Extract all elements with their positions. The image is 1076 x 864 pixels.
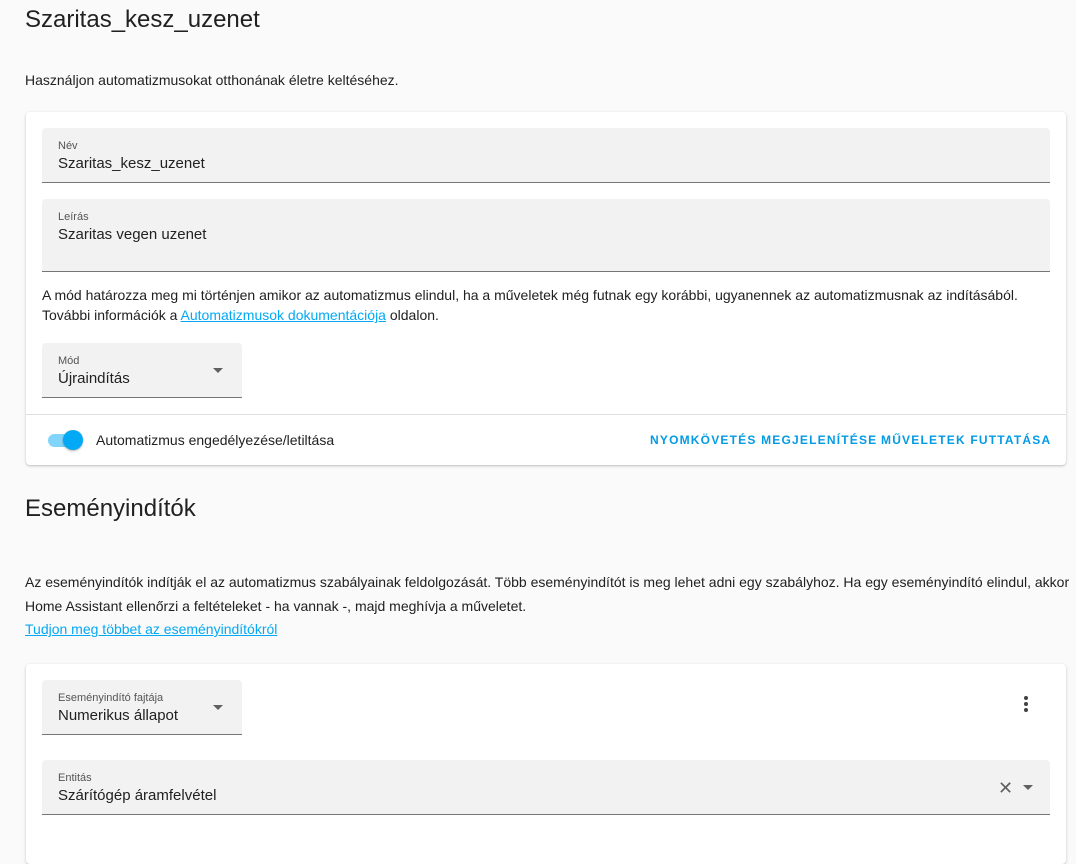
triggers-title: Eseményindítók xyxy=(25,495,196,522)
page-intro: Használjon automatizmusokat otthonának é… xyxy=(25,72,399,88)
mode-description: A mód határozza meg mi történjen amikor … xyxy=(42,285,1052,325)
show-trace-button[interactable]: NYOMKÖVETÉS MEGJELENÍTÉSE xyxy=(650,433,877,447)
toggle-label: Automatizmus engedélyezése/letiltása xyxy=(96,432,335,448)
entity-picker[interactable]: Entitás Szárítógép áramfelvétel ✕ xyxy=(42,760,1050,815)
toggle-knob xyxy=(63,430,83,450)
trigger-type-select[interactable]: Eseményindító fajtája Numerikus állapot xyxy=(42,680,242,735)
trigger-type-value: Numerikus állapot xyxy=(58,707,179,724)
entity-value[interactable]: Szárítógép áramfelvétel xyxy=(58,787,216,804)
more-vert-icon[interactable] xyxy=(1018,694,1034,714)
dropdown-arrow-icon[interactable] xyxy=(1023,785,1033,790)
mode-desc-suffix: oldalon. xyxy=(385,307,439,323)
dropdown-arrow-icon[interactable] xyxy=(213,368,223,373)
name-label: Név xyxy=(58,140,78,152)
page-title: Szaritas_kesz_uzenet xyxy=(25,6,260,33)
description-field[interactable]: Leírás Szaritas vegen uzenet xyxy=(42,199,1050,272)
dropdown-arrow-icon[interactable] xyxy=(213,705,223,710)
trigger-type-label: Eseményindító fajtája xyxy=(58,692,164,704)
automation-docs-link[interactable]: Automatizmusok dokumentációja xyxy=(181,307,386,323)
mode-value: Újraindítás xyxy=(58,370,130,387)
clear-icon[interactable]: ✕ xyxy=(998,778,1013,798)
description-value[interactable]: Szaritas vegen uzenet xyxy=(58,226,206,243)
name-value[interactable]: Szaritas_kesz_uzenet xyxy=(58,155,205,172)
description-label: Leírás xyxy=(58,211,89,223)
mode-select[interactable]: Mód Újraindítás xyxy=(42,343,242,398)
trigger-card: Eseményindító fajtája Numerikus állapot … xyxy=(26,664,1066,864)
triggers-description: Az eseményindítók indítják el az automat… xyxy=(25,574,1070,614)
name-field[interactable]: Név Szaritas_kesz_uzenet xyxy=(42,128,1050,183)
entity-label: Entitás xyxy=(58,772,92,784)
mode-label: Mód xyxy=(58,355,80,367)
triggers-learn-more-link[interactable]: Tudjon meg többet az eseményindítókról xyxy=(25,621,277,637)
automation-details-card: Név Szaritas_kesz_uzenet Leírás Szaritas… xyxy=(26,112,1066,465)
enable-toggle[interactable] xyxy=(46,430,83,450)
run-actions-button[interactable]: MŰVELETEK FUTTATÁSA xyxy=(881,433,1051,447)
card-divider xyxy=(26,414,1066,415)
